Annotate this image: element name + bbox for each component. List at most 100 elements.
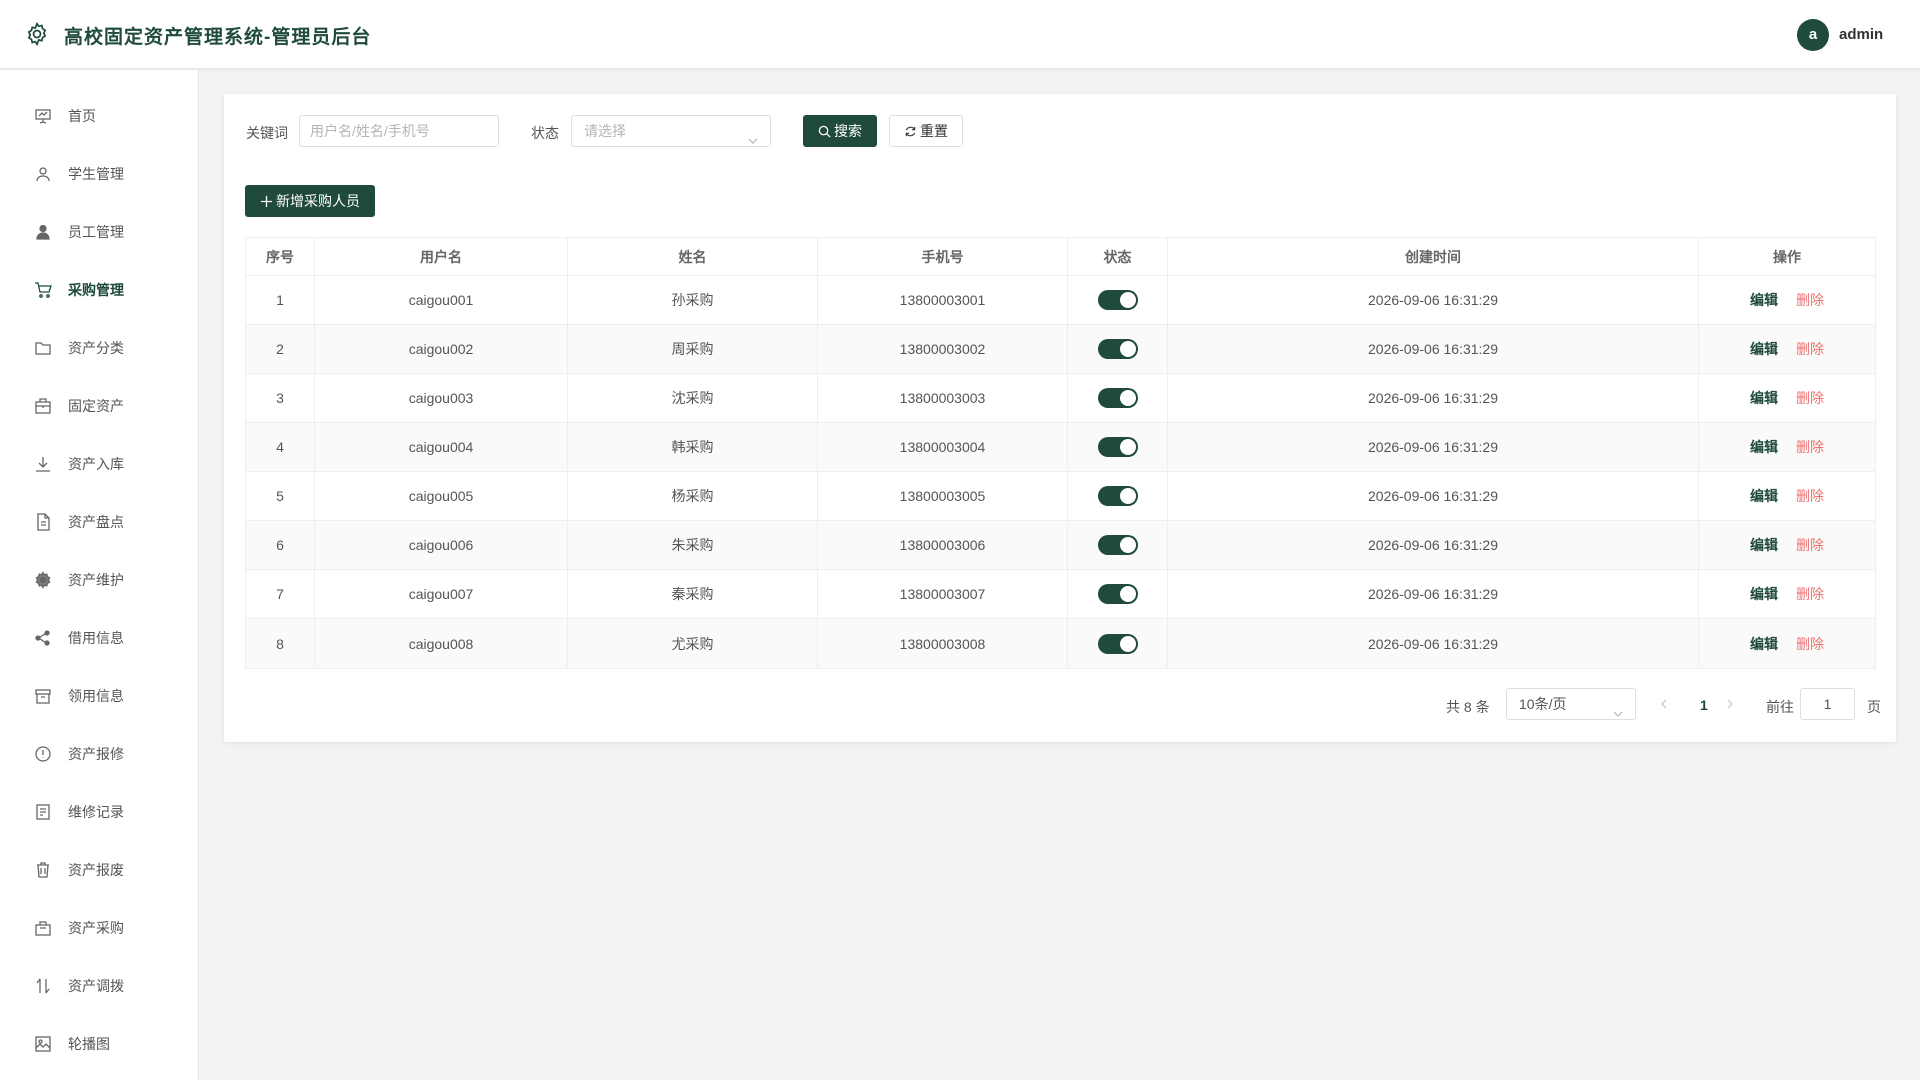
sidebar-item[interactable]: 资产分类 xyxy=(0,319,199,377)
edit-button[interactable]: 编辑 xyxy=(1750,388,1778,408)
table-header-row: 序号 用户名 姓名 手机号 状态 创建时间 操作 xyxy=(246,238,1875,276)
edit-button[interactable]: 编辑 xyxy=(1750,634,1778,654)
delete-button[interactable]: 删除 xyxy=(1796,339,1824,359)
presentation-icon xyxy=(34,107,52,125)
prev-page-icon[interactable] xyxy=(1658,697,1670,711)
page-size-select[interactable]: 10条/页 xyxy=(1506,688,1636,720)
cell-username: caigou001 xyxy=(315,276,568,324)
delete-button[interactable]: 删除 xyxy=(1796,486,1824,506)
sidebar-item[interactable]: 资产入库 xyxy=(0,435,199,493)
sidebar-item[interactable]: 资产采购 xyxy=(0,899,199,957)
cell-created-time: 2026-09-06 16:31:29 xyxy=(1168,570,1699,618)
cell-username: caigou003 xyxy=(315,374,568,422)
chevron-down-icon xyxy=(1613,699,1623,717)
sidebar-item[interactable]: 首页 xyxy=(0,87,199,145)
table-row: 4 caigou004 韩采购 13800003004 2026-09-06 16:31… xyxy=(246,423,1875,472)
keyword-label: 关键词 xyxy=(246,125,288,141)
table-row: 6 caigou006 朱采购 13800003006 2026-09-06 16:31… xyxy=(246,521,1875,570)
cell-name: 秦采购 xyxy=(568,570,818,618)
cell-index: 7 xyxy=(246,570,315,618)
gear-icon xyxy=(34,571,52,589)
edit-button[interactable]: 编辑 xyxy=(1750,486,1778,506)
goto-page-input[interactable]: 1 xyxy=(1800,688,1855,720)
status-toggle[interactable] xyxy=(1097,339,1138,359)
delete-button[interactable]: 删除 xyxy=(1796,535,1824,555)
cell-created-time: 2026-09-06 16:31:29 xyxy=(1168,325,1699,373)
table-row: 3 caigou003 沈采购 13800003003 2026-09-06 16:31… xyxy=(246,374,1875,423)
status-label: 状态 xyxy=(531,125,559,141)
status-toggle[interactable] xyxy=(1097,584,1138,604)
column-header: 创建时间 xyxy=(1168,238,1699,275)
edit-button[interactable]: 编辑 xyxy=(1750,290,1778,310)
status-toggle[interactable] xyxy=(1097,486,1138,506)
refresh-icon xyxy=(904,125,917,138)
cell-phone: 13800003003 xyxy=(818,374,1068,422)
column-header: 序号 xyxy=(246,238,315,275)
sidebar-item[interactable]: 资产报修 xyxy=(0,725,199,783)
reset-button-label: 重置 xyxy=(920,123,948,139)
toggle-knob xyxy=(1119,390,1136,406)
sidebar-item[interactable]: 员工管理 xyxy=(0,203,199,261)
sidebar-item[interactable]: 资产维护 xyxy=(0,551,199,609)
briefcase-icon xyxy=(34,397,52,415)
sidebar-item[interactable]: 领用信息 xyxy=(0,667,199,725)
status-toggle[interactable] xyxy=(1097,388,1138,408)
cell-index: 3 xyxy=(246,374,315,422)
search-button[interactable]: 搜索 xyxy=(803,115,877,147)
cell-phone: 13800003001 xyxy=(818,276,1068,324)
sidebar-item[interactable]: 固定资产 xyxy=(0,377,199,435)
cell-status xyxy=(1068,570,1168,618)
cell-index: 4 xyxy=(246,423,315,471)
sidebar-item[interactable]: 轮播图 xyxy=(0,1015,199,1073)
toggle-knob xyxy=(1119,488,1136,504)
document-icon xyxy=(34,513,52,531)
main-card: 关键词 状态 请选择 搜索 重置 新增采购人员 序号 用户名 姓名 手机号 状态 xyxy=(224,94,1896,742)
sidebar-item[interactable]: 维修记录 xyxy=(0,783,199,841)
status-toggle[interactable] xyxy=(1097,633,1138,654)
edit-button[interactable]: 编辑 xyxy=(1750,535,1778,555)
cell-actions: 编辑 删除 xyxy=(1699,276,1875,324)
delete-button[interactable]: 删除 xyxy=(1796,634,1824,654)
cell-created-time: 2026-09-06 16:31:29 xyxy=(1168,521,1699,569)
delete-button[interactable]: 删除 xyxy=(1796,584,1824,604)
sidebar-item-label: 固定资产 xyxy=(68,398,124,414)
edit-button[interactable]: 编辑 xyxy=(1750,584,1778,604)
cell-status xyxy=(1068,472,1168,520)
username-label[interactable]: admin xyxy=(1839,26,1883,43)
cell-name: 尤采购 xyxy=(568,619,818,668)
next-page-icon[interactable] xyxy=(1724,697,1736,711)
status-toggle[interactable] xyxy=(1097,535,1138,555)
status-select[interactable]: 请选择 xyxy=(571,115,771,147)
current-page-number[interactable]: 1 xyxy=(1700,697,1708,713)
avatar[interactable]: a xyxy=(1797,19,1829,51)
sidebar-item-label: 资产入库 xyxy=(68,456,124,472)
delete-button[interactable]: 删除 xyxy=(1796,388,1824,408)
cell-name: 孙采购 xyxy=(568,276,818,324)
pagination-total: 共 8 条 xyxy=(1446,699,1490,715)
delete-button[interactable]: 删除 xyxy=(1796,437,1824,457)
keyword-search-input[interactable] xyxy=(299,115,499,147)
edit-button[interactable]: 编辑 xyxy=(1750,437,1778,457)
reset-button[interactable]: 重置 xyxy=(889,115,963,147)
status-toggle[interactable] xyxy=(1097,290,1138,310)
sidebar-item[interactable]: 资产报废 xyxy=(0,841,199,899)
cell-phone: 13800003004 xyxy=(818,423,1068,471)
column-header: 用户名 xyxy=(315,238,568,275)
sidebar-item[interactable]: 学生管理 xyxy=(0,145,199,203)
sidebar-item[interactable]: 资产调拨 xyxy=(0,957,199,1015)
sidebar: 首页学生管理员工管理 采购管理 资产分类固定资产资产入库资产盘点 资产维护 借用信息 领用… xyxy=(0,70,199,1080)
sidebar-item[interactable]: 采购管理 xyxy=(0,261,199,319)
status-toggle[interactable] xyxy=(1097,437,1138,457)
goto-label: 前往 xyxy=(1766,699,1794,715)
delete-button[interactable]: 删除 xyxy=(1796,290,1824,310)
cell-phone: 13800003002 xyxy=(818,325,1068,373)
table-row: 5 caigou005 杨采购 13800003005 2026-09-06 16:31… xyxy=(246,472,1875,521)
edit-button[interactable]: 编辑 xyxy=(1750,339,1778,359)
add-purchaser-button[interactable]: 新增采购人员 xyxy=(245,185,375,217)
sidebar-item-label: 学生管理 xyxy=(68,166,124,182)
sidebar-item[interactable]: 资产盘点 xyxy=(0,493,199,551)
sort-icon xyxy=(34,977,52,995)
sidebar-item[interactable]: 借用信息 xyxy=(0,609,199,667)
cell-username: caigou004 xyxy=(315,423,568,471)
download-icon xyxy=(34,455,52,473)
